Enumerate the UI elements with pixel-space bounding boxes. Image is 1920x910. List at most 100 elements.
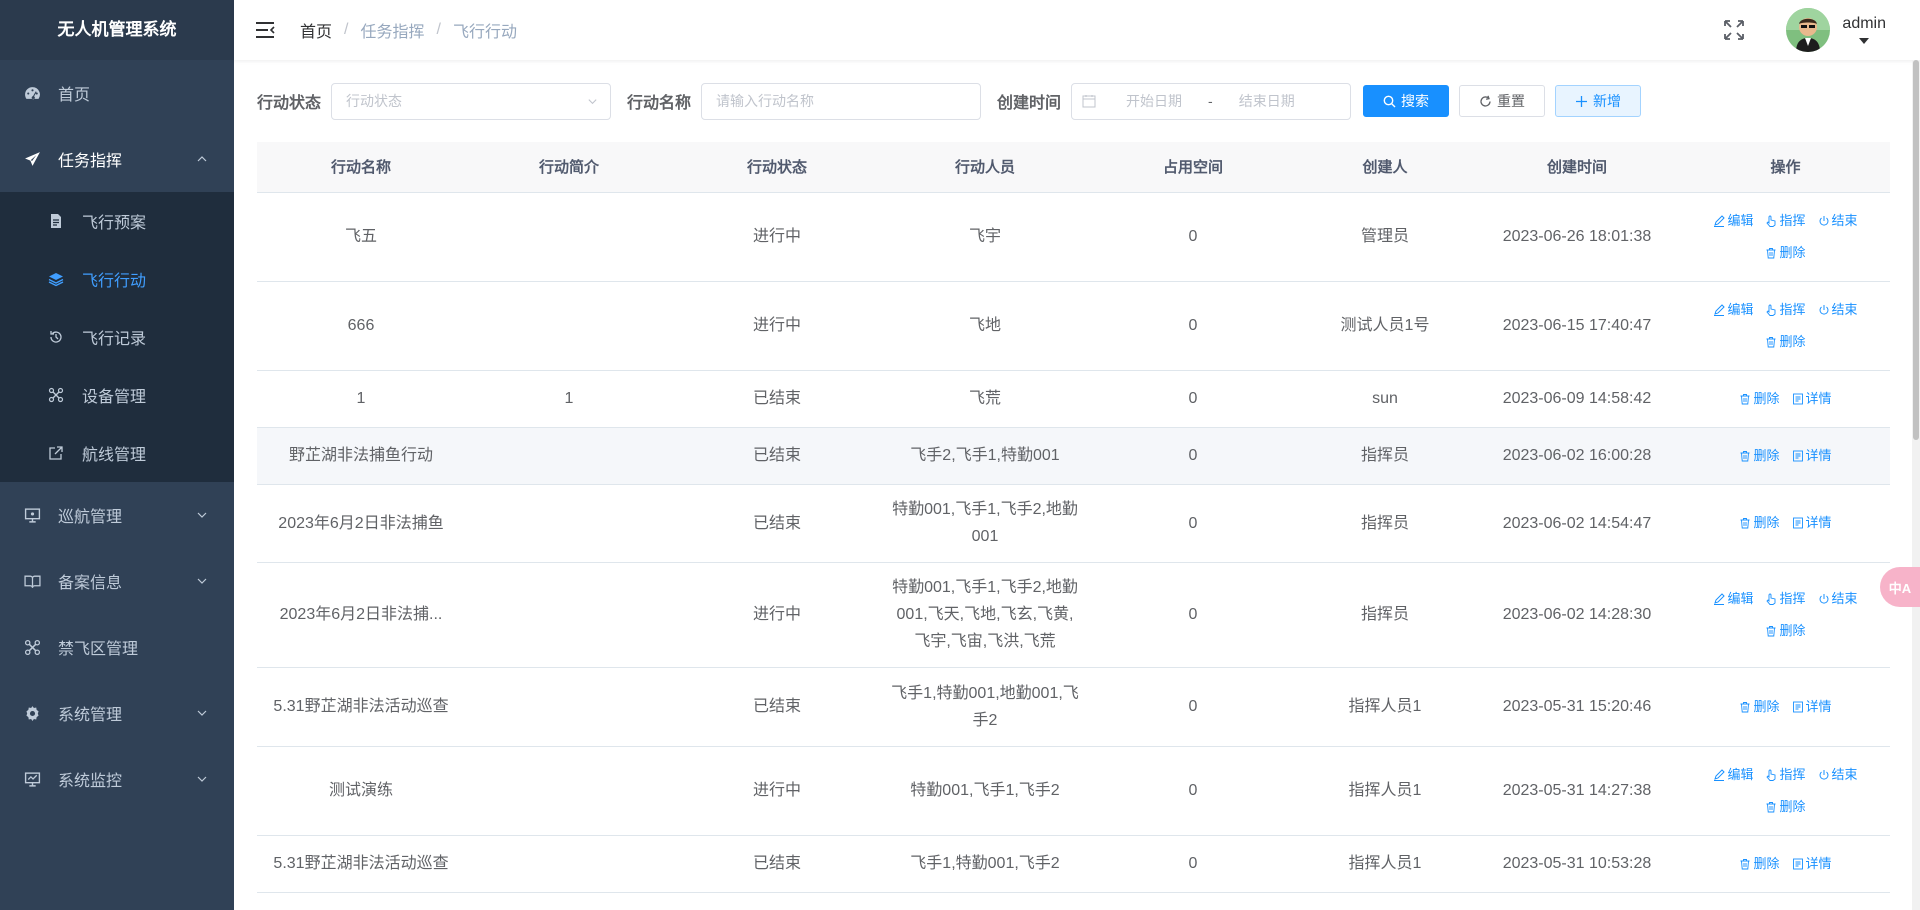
table-row: 5.31野芷湖非法活动巡查 已结束 飞手1,特勤001,飞手2 0 指挥人员1 …: [257, 835, 1890, 893]
end-button[interactable]: 结束: [1818, 205, 1858, 237]
cell-people: 飞地: [881, 281, 1089, 371]
detail-button[interactable]: 详情: [1792, 848, 1832, 880]
cell-space: 0: [1089, 281, 1297, 371]
col-header-name: 行动名称: [257, 142, 465, 193]
col-header-intro: 行动简介: [465, 142, 673, 193]
trash-icon: [1740, 858, 1750, 869]
col-header-space: 占用空间: [1089, 142, 1297, 193]
menu-item-monitor[interactable]: 系统监控: [0, 746, 234, 812]
end-button[interactable]: 结束: [1818, 759, 1858, 791]
scrollbar-thumb[interactable]: [1913, 60, 1919, 440]
cell-actions: 编辑 指挥 结束 删除: [1681, 746, 1890, 836]
task-submenu: 飞行预案 飞行行动 飞行记录 设备管理 航线管理: [0, 192, 234, 482]
sidebar-item-flight-record[interactable]: 飞行记录: [0, 308, 234, 366]
delete-button[interactable]: 删除: [1765, 791, 1806, 823]
delete-button[interactable]: 删除: [1739, 440, 1780, 472]
menu-item-record[interactable]: 备案信息: [0, 548, 234, 614]
delete-button[interactable]: 删除: [1765, 237, 1806, 269]
power-icon: [1819, 304, 1828, 315]
detail-button[interactable]: 详情: [1792, 383, 1832, 415]
cell-name: 2023年6月2日非法捕...: [257, 562, 465, 668]
edit-button[interactable]: 编辑: [1713, 294, 1753, 326]
layers-icon: [46, 269, 66, 289]
cell-time: 2023-06-15 17:40:47: [1473, 281, 1681, 371]
cell-name: 2023年6月2日非法捕鱼: [257, 484, 465, 563]
command-button[interactable]: 指挥: [1765, 759, 1806, 791]
cell-creator: 指挥员: [1297, 427, 1473, 485]
external-link-icon: [46, 443, 66, 463]
delete-button[interactable]: 删除: [1765, 615, 1806, 647]
add-button[interactable]: 新增: [1555, 85, 1642, 117]
edit-button[interactable]: 编辑: [1713, 205, 1753, 237]
detail-icon: [1792, 858, 1803, 869]
translate-float-button[interactable]: 中A: [1880, 567, 1920, 607]
cell-actions: 删除 详情: [1681, 427, 1890, 485]
cell-status: 已结束: [673, 484, 881, 563]
name-placeholder: 请输入行动名称: [716, 93, 815, 109]
command-button[interactable]: 指挥: [1765, 205, 1806, 237]
end-button[interactable]: 结束: [1818, 294, 1858, 326]
detail-label: 详情: [1805, 447, 1832, 463]
breadcrumb-separator: /: [436, 21, 441, 38]
sidebar-item-flight-plan[interactable]: 飞行预案: [0, 192, 234, 250]
breadcrumb-current: 飞行行动: [452, 24, 517, 41]
cell-space: 0: [1089, 562, 1297, 668]
hamburger-icon[interactable]: [254, 19, 276, 41]
pointer-icon: [1766, 215, 1776, 227]
cell-name: 1: [257, 370, 465, 428]
cell-status: 已结束: [673, 370, 881, 428]
col-header-creator: 创建人: [1297, 142, 1473, 193]
edit-button[interactable]: 编辑: [1713, 759, 1753, 791]
edit-button[interactable]: 编辑: [1713, 583, 1753, 615]
cell-status: 进行中: [673, 192, 881, 282]
status-select[interactable]: 行动状态: [331, 82, 612, 120]
end-date[interactable]: 结束日期: [1229, 91, 1305, 111]
breadcrumb-home[interactable]: 首页: [300, 18, 332, 42]
detail-button[interactable]: 详情: [1792, 440, 1832, 472]
menu-item-home[interactable]: 首页: [0, 60, 234, 126]
detail-button[interactable]: 详情: [1792, 691, 1832, 723]
table-row: 2023年6月2日非法捕... 进行中 特勤001,飞手1,飞手2,地勤001,…: [257, 562, 1890, 668]
pointer-icon: [1766, 593, 1776, 605]
edit-label: 编辑: [1727, 301, 1754, 317]
reset-button[interactable]: 重置: [1459, 85, 1546, 117]
command-button[interactable]: 指挥: [1765, 583, 1806, 615]
table-row: 2023年6月2日非法捕鱼 已结束 特勤001,飞手1,飞手2,地勤001 0 …: [257, 484, 1890, 563]
menu-item-cruise[interactable]: 巡航管理: [0, 482, 234, 548]
delete-button[interactable]: 删除: [1739, 507, 1780, 539]
search-button[interactable]: 搜索: [1363, 85, 1450, 117]
fullscreen-icon[interactable]: [1722, 18, 1746, 42]
delete-button[interactable]: 删除: [1739, 691, 1780, 723]
cell-time: 2023-05-31 10:53:28: [1473, 835, 1681, 893]
cell-intro: [465, 484, 673, 563]
avatar[interactable]: [1786, 8, 1831, 52]
cell-people: 飞手1,特勤001,地勤001,飞手2: [881, 667, 1089, 747]
start-date[interactable]: 开始日期: [1116, 91, 1192, 111]
detail-label: 详情: [1805, 855, 1832, 871]
chevron-down-icon: [197, 512, 207, 518]
delete-button[interactable]: 删除: [1739, 383, 1780, 415]
cell-time: 2023-06-09 14:58:42: [1473, 370, 1681, 428]
menu-item-task[interactable]: 任务指挥: [0, 126, 234, 192]
sidebar-item-device[interactable]: 设备管理: [0, 366, 234, 424]
sidebar-item-route[interactable]: 航线管理: [0, 424, 234, 482]
menu-item-nofly[interactable]: 禁飞区管理: [0, 614, 234, 680]
date-range-picker[interactable]: 开始日期 - 结束日期: [1071, 82, 1352, 120]
cell-actions: 删除 详情: [1681, 484, 1890, 563]
send-icon: [22, 149, 42, 169]
cell-name: 666: [257, 281, 465, 371]
delete-button[interactable]: 删除: [1765, 326, 1806, 358]
command-button[interactable]: 指挥: [1765, 294, 1806, 326]
sidebar-item-flight-action[interactable]: 飞行行动: [0, 250, 234, 308]
end-button[interactable]: 结束: [1818, 583, 1858, 615]
name-input[interactable]: 请输入行动名称: [701, 82, 982, 120]
menu-label-nofly: 禁飞区管理: [58, 641, 139, 658]
detail-button[interactable]: 详情: [1792, 507, 1832, 539]
menu-item-system[interactable]: 系统管理: [0, 680, 234, 746]
page-scrollbar[interactable]: [1912, 60, 1920, 910]
chevron-up-icon: [197, 156, 207, 162]
delete-button[interactable]: 删除: [1739, 848, 1780, 880]
search-icon: [1383, 95, 1396, 107]
user-dropdown[interactable]: admin: [1842, 15, 1886, 45]
delete-label: 删除: [1779, 333, 1806, 349]
